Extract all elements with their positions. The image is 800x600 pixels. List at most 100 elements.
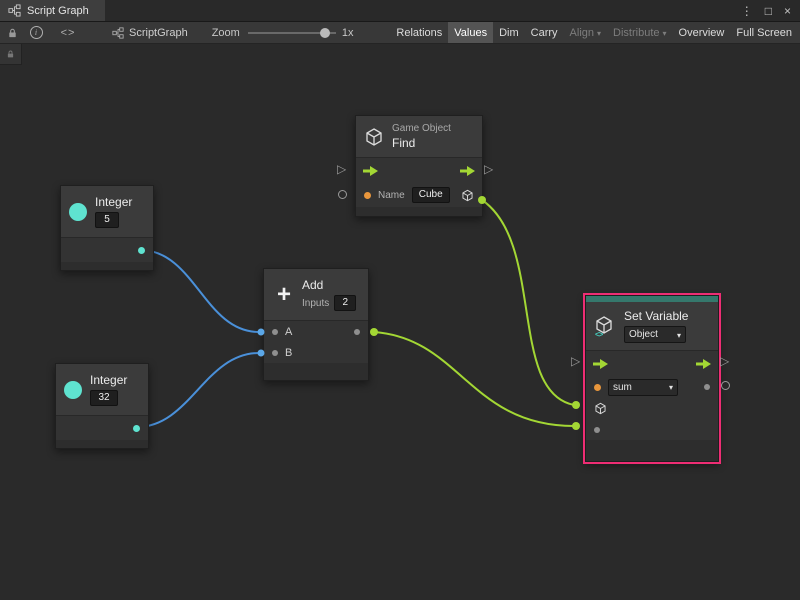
integer-icon (64, 381, 82, 399)
name-input-ring-icon[interactable] (338, 190, 347, 199)
node-gameobject-find[interactable]: Game Object Find Name Cube (355, 115, 483, 217)
node-title: Add (302, 278, 356, 292)
wire-endpoint (572, 422, 580, 430)
gameobject-output-port-icon[interactable] (461, 189, 474, 202)
flow-in-arrow-icon[interactable] (593, 359, 608, 369)
node-set-variable[interactable]: <> Set Variable Object ▾ sum ▾ (585, 295, 719, 462)
flow-out-arrow-icon[interactable] (696, 359, 711, 369)
zoom-value: 1x (342, 27, 354, 39)
flow-in-triangle-icon[interactable]: ▷ (337, 163, 346, 175)
name-label: Name (378, 190, 405, 201)
integer-value-field[interactable]: 5 (95, 212, 119, 228)
dim-button[interactable]: Dim (493, 22, 525, 43)
output-port-sum[interactable] (354, 329, 360, 335)
node-footer (264, 363, 368, 380)
menu-icon[interactable]: ⋮ (741, 4, 753, 18)
set-variable-icon: <> (594, 315, 616, 337)
breadcrumb[interactable]: ScriptGraph (112, 27, 188, 39)
node-title: Integer (90, 373, 127, 387)
full-screen-button[interactable]: Full Screen (730, 22, 798, 43)
node-footer (586, 440, 718, 461)
value-input-port[interactable] (594, 427, 600, 433)
distribute-button[interactable]: Distribute ▾ (607, 22, 672, 43)
chevron-down-icon: ▾ (597, 29, 601, 38)
graph-toolbar: i <> ScriptGraph Zoom 1x Relations Value… (0, 22, 800, 44)
port-b-label: B (285, 347, 292, 359)
value-output-port[interactable] (704, 384, 710, 390)
input-port-b[interactable] (272, 350, 278, 356)
toolbar-buttons: Relations Values Dim Carry Align ▾ Distr… (390, 22, 800, 43)
titlebar: Script Graph ⋮ □ × (0, 0, 800, 22)
variable-name-dropdown[interactable]: sum ▾ (608, 379, 678, 396)
close-icon[interactable]: × (784, 4, 791, 18)
maximize-icon[interactable]: □ (765, 4, 772, 18)
variable-name-value: sum (613, 382, 632, 393)
port-a-label: A (285, 326, 292, 338)
cube-icon (364, 127, 384, 147)
node-footer (56, 440, 148, 448)
wire-integer5-to-add-a[interactable] (142, 250, 259, 332)
node-add[interactable]: + Add Inputs 2 A B (263, 268, 369, 381)
name-input-port[interactable] (364, 192, 371, 199)
node-title: Set Variable (624, 309, 688, 323)
breadcrumb-label: ScriptGraph (129, 27, 188, 39)
wire-add-to-setvariable-value[interactable] (374, 332, 574, 426)
node-title: Integer (95, 195, 132, 209)
object-input-port-icon[interactable] (594, 402, 607, 415)
overview-button[interactable]: Overview (673, 22, 731, 43)
tab-script-graph[interactable]: Script Graph (0, 0, 105, 21)
node-title: Find (392, 136, 451, 150)
lock-icon (6, 49, 15, 59)
flow-in-triangle-icon[interactable]: ▷ (571, 355, 580, 367)
values-button[interactable]: Values (448, 22, 493, 43)
node-footer (61, 262, 153, 270)
node-category: Game Object (392, 123, 451, 135)
window-controls: ⋮ □ × (741, 0, 800, 21)
graph-icon (8, 4, 21, 17)
flow-out-arrow-icon[interactable] (460, 166, 475, 176)
chevron-down-icon: ▾ (677, 331, 681, 340)
wire-endpoint (370, 328, 378, 336)
zoom-label: Zoom (212, 27, 240, 39)
script-graph-icon (112, 27, 124, 39)
unity-script-graph-window: Script Graph ⋮ □ × i <> (0, 0, 800, 600)
variable-scope-dropdown[interactable]: Object ▾ (624, 326, 686, 343)
distribute-button-label: Distribute (613, 27, 659, 39)
lock-button[interactable] (0, 22, 24, 43)
wire-integer32-to-add-b[interactable] (137, 353, 259, 427)
add-icon: + (274, 283, 294, 307)
name-value-field[interactable]: Cube (412, 187, 450, 203)
wire-find-to-setvariable-object[interactable] (482, 200, 574, 405)
flow-in-arrow-icon[interactable] (363, 166, 378, 176)
output-port[interactable] (133, 425, 140, 432)
code-icon: <> (61, 27, 76, 39)
value-output-ring-icon[interactable] (721, 381, 730, 390)
code-view-button[interactable]: <> (48, 22, 88, 43)
integer-value-field[interactable]: 32 (90, 390, 118, 406)
output-port[interactable] (138, 247, 145, 254)
graph-lock-corner-button[interactable] (0, 43, 22, 65)
node-integer-1[interactable]: Integer 5 (60, 185, 154, 271)
node-integer-2[interactable]: Integer 32 (55, 363, 149, 449)
chevron-down-icon: ▾ (663, 29, 667, 38)
info-button[interactable]: i (24, 22, 48, 43)
inputs-count-field[interactable]: 2 (334, 295, 356, 311)
relations-button[interactable]: Relations (390, 22, 448, 43)
wire-endpoint (572, 401, 580, 409)
integer-icon (69, 203, 87, 221)
zoom-slider-handle[interactable] (320, 28, 330, 38)
align-button[interactable]: Align ▾ (564, 22, 607, 43)
zoom-slider[interactable] (248, 28, 336, 38)
flow-out-triangle-icon[interactable]: ▷ (484, 163, 493, 175)
variable-scope-value: Object (629, 329, 658, 340)
lock-icon (7, 27, 18, 39)
inputs-label: Inputs (302, 298, 329, 309)
chevron-down-icon: ▾ (669, 383, 673, 392)
info-icon: i (30, 26, 43, 39)
node-footer (356, 207, 482, 216)
tab-title: Script Graph (27, 5, 89, 17)
variable-name-input-port[interactable] (594, 384, 601, 391)
flow-out-triangle-icon[interactable]: ▷ (720, 355, 729, 367)
carry-button[interactable]: Carry (525, 22, 564, 43)
input-port-a[interactable] (272, 329, 278, 335)
